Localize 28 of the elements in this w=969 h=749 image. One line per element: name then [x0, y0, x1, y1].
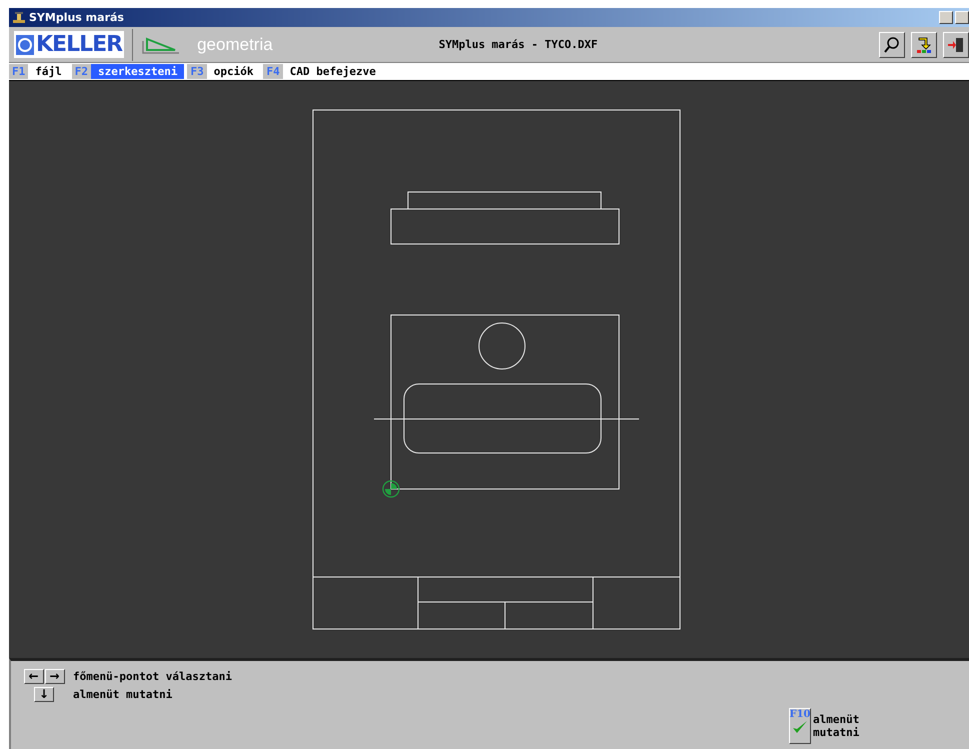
- triangle-icon: [141, 34, 182, 54]
- app-icon: [12, 11, 26, 24]
- function-key-label: F4: [263, 64, 283, 79]
- document-title: SYMplus marás - TYCO.DXF: [438, 38, 598, 51]
- search-icon: [883, 36, 901, 54]
- exit-door-icon: [947, 36, 965, 54]
- transfer-button[interactable]: [911, 32, 937, 58]
- hint-text: főmenü-pontot választani: [73, 670, 232, 682]
- origin-marker-icon: [382, 480, 400, 498]
- minimize-button[interactable]: [939, 11, 953, 24]
- function-key-label: F2: [72, 64, 91, 79]
- checkmark-icon: [792, 720, 808, 734]
- search-button[interactable]: [879, 32, 905, 58]
- logo-emblem-icon: [16, 34, 34, 54]
- window-title: SYMplus marás: [29, 11, 124, 24]
- arrow-folder-icon: [915, 36, 933, 54]
- function-key-label: F1: [9, 64, 28, 79]
- menu-item[interactable]: szerkeszteni: [91, 64, 184, 79]
- f10-label: almenüt mutatni: [813, 713, 860, 739]
- maximize-button[interactable]: [955, 11, 969, 24]
- hint-text: almenüt mutatni: [73, 688, 172, 700]
- arrow-key[interactable]: ↓: [34, 686, 54, 702]
- arrow-key[interactable]: →: [44, 668, 64, 684]
- arrow-key[interactable]: ←: [24, 668, 44, 684]
- function-key-label: F3: [187, 64, 207, 79]
- brand-logo: KELLER: [14, 31, 124, 58]
- exit-button[interactable]: [943, 32, 969, 58]
- module-name: geometria: [197, 34, 273, 54]
